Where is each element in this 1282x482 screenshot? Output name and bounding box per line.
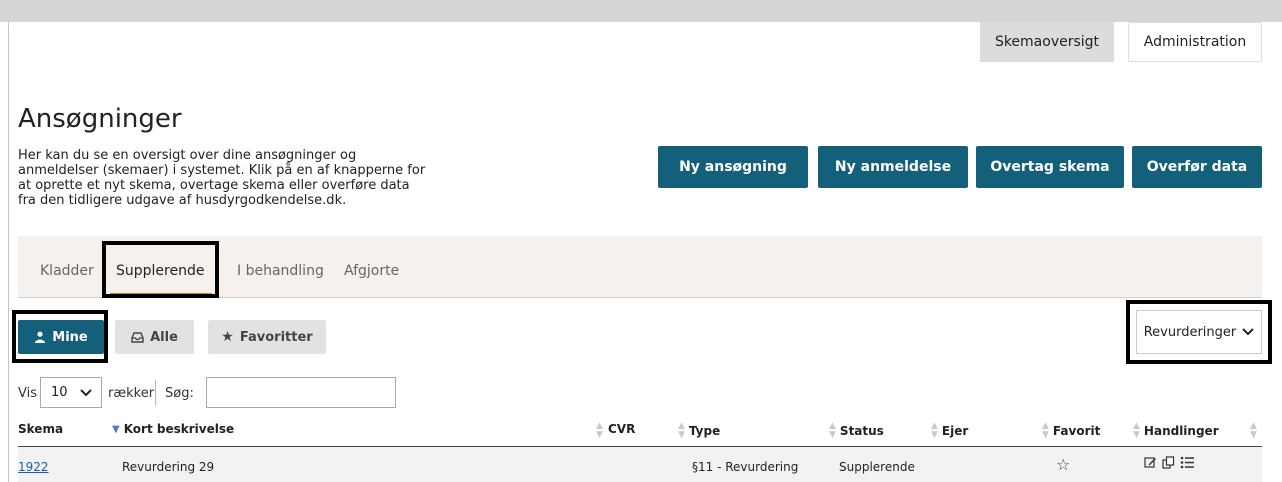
column-header-cvr[interactable]: CVR [608,422,635,436]
column-header-favorit[interactable]: ▲ ▼ Favorit [1042,422,1100,440]
column-header-label: CVR [608,422,636,436]
chevron-down-icon [79,388,92,396]
cell-type: §11 - Revurdering [692,460,799,474]
column-header-label: Ejer [941,424,969,438]
highlight-box-mine [12,310,108,363]
sort-icon: ▲ ▼ [1133,421,1140,440]
column-header-type[interactable]: ▲ ▼ Type [678,422,720,440]
new-application-button[interactable]: Ny ansøgning [658,146,808,188]
list-icon[interactable] [1180,456,1195,469]
page-intro: Her kan du se en oversigt over dine ansø… [18,148,426,208]
top-bar [0,0,1282,22]
column-header-status[interactable]: ▲ ▼ Status [829,422,884,440]
sort-icon[interactable]: ▲ ▼ [596,422,603,440]
take-over-form-button[interactable]: Overtag skema [976,146,1124,188]
filter-favoritter-label: Favoritter [239,329,313,345]
cell-beskrivelse: Revurdering 29 [122,460,215,474]
tab-afgjorte[interactable]: Afgjorte [344,263,399,279]
rows-label: rækker [108,386,155,401]
column-header-ejer[interactable]: ▲ ▼ Ejer [931,422,968,440]
new-notification-button[interactable]: Ny anmeldelse [818,146,968,188]
sort-icon: ▲ ▼ [931,421,938,440]
sort-desc-icon: ▼ [112,423,120,435]
nav-skemaoversigt[interactable]: Skemaoversigt [980,22,1114,62]
filter-alle-label: Alle [150,329,178,345]
inbox-icon [131,331,144,343]
filter-alle-button[interactable]: Alle [115,320,194,354]
search-label: Søg: [165,386,194,401]
copy-icon[interactable] [1162,456,1175,469]
column-header-handlinger[interactable]: ▲ ▼ Handlinger [1133,422,1219,440]
filter-favoritter-button[interactable]: ★ Favoritter [208,320,326,354]
transfer-data-button[interactable]: Overfør data [1132,146,1262,188]
column-header-label: Favorit [1052,424,1101,438]
column-header-label: Skema [18,422,64,436]
highlight-box-revurderinger [1126,300,1272,364]
skema-id-link[interactable]: 1922 [18,460,49,474]
nav-administration[interactable]: Administration [1128,22,1262,62]
sort-icon: ▲ ▼ [829,421,836,440]
column-header-label: Status [839,424,884,438]
page-title: Ansøgninger [18,104,182,134]
sort-icon: ▲ ▼ [1042,421,1049,440]
tab-kladder[interactable]: Kladder [40,263,94,279]
show-label: Vis [18,386,37,401]
star-icon: ★ [221,329,234,345]
divider [155,380,156,406]
column-header-label: Handlinger [1143,424,1219,438]
tab-i-behandling[interactable]: I behandling [237,263,324,279]
column-header-label: Type [688,424,721,438]
cell-status: Supplerende [839,460,915,474]
sort-icon[interactable]: ▲ ▼ [1250,422,1257,440]
favorite-star-icon[interactable]: ☆ [1056,455,1070,474]
page-size-value: 10 [51,385,68,400]
search-input[interactable] [206,377,396,408]
sort-icon: ▲ ▼ [678,421,685,440]
column-header-label: Kort beskrivelse [123,422,235,436]
highlight-box-supplerende [102,241,219,298]
column-header-kort-beskrivelse[interactable]: ▼ Kort beskrivelse [112,422,234,436]
edit-icon[interactable] [1144,456,1157,469]
page-size-select[interactable]: 10 [40,377,102,408]
column-header-skema[interactable]: Skema [18,422,63,436]
